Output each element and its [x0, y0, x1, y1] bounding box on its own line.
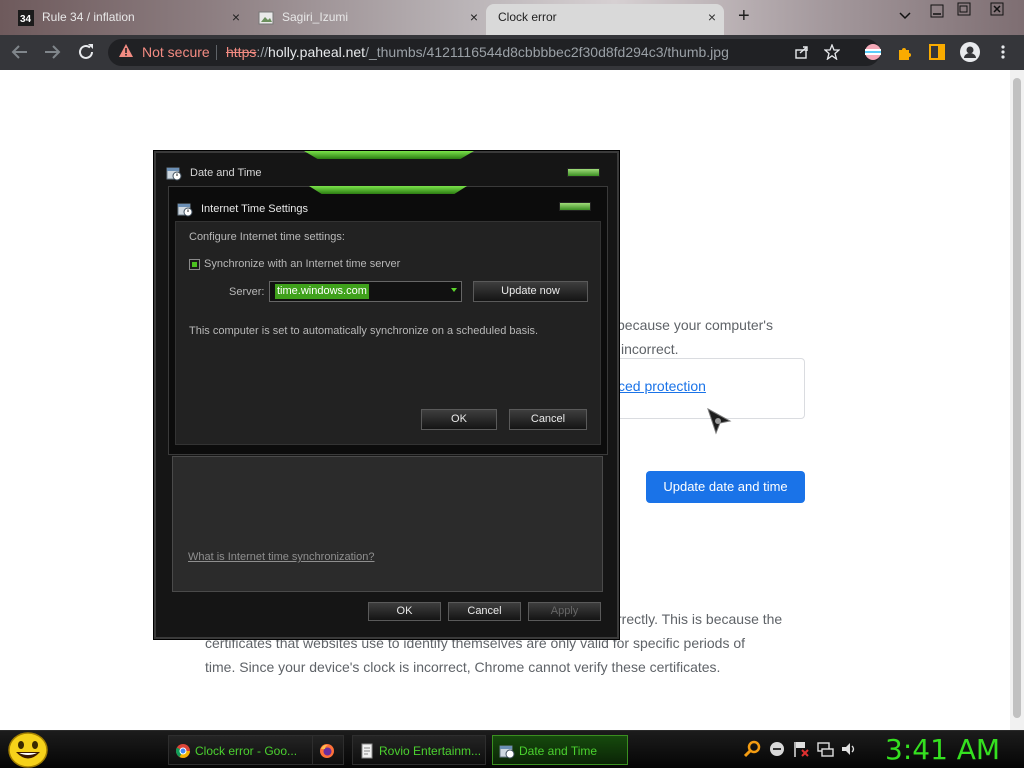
clock-icon	[499, 745, 515, 759]
taskbar-clock[interactable]: 3:41 AM	[885, 732, 1000, 768]
url-path: /_thumbs/4121116544d8cbbbbec2f30d8fd294c…	[365, 44, 729, 60]
cancel-button[interactable]: Cancel	[509, 409, 587, 430]
not-secure-label[interactable]: Not secure	[142, 39, 210, 66]
new-tab-icon[interactable]: +	[738, 5, 750, 28]
settings-heading: Configure Internet time settings:	[189, 231, 345, 243]
volume-icon[interactable]	[840, 740, 858, 758]
menu-kebab-icon[interactable]	[994, 43, 1012, 61]
title-glow	[304, 151, 474, 159]
url-host: holly.paheal.net	[268, 44, 366, 60]
url-scheme: https	[226, 44, 257, 60]
internet-time-dialog: Internet Time Settings Configure Interne…	[168, 186, 608, 455]
address-bar[interactable]: Not secure https://holly.paheal.net/_thu…	[108, 39, 880, 66]
sync-status-text: This computer is set to automatically sy…	[189, 325, 539, 337]
profile-avatar-icon[interactable]	[960, 42, 980, 62]
warning-icon[interactable]	[118, 43, 134, 59]
dialog-title: Date and Time	[190, 167, 262, 179]
tab-title: Clock error	[498, 10, 557, 24]
svg-text:34: 34	[20, 14, 32, 25]
url-text[interactable]: https://holly.paheal.net/_thumbs/4121116…	[226, 39, 729, 66]
network-icon[interactable]	[816, 740, 834, 758]
sync-label[interactable]: Synchronize with an Internet time server	[204, 258, 400, 270]
tab-strip: 34 Rule 34 / inflation × Sagiri_Izumi × …	[0, 0, 1024, 35]
sidepanel-icon[interactable]	[928, 43, 946, 61]
r34-favicon-icon: 34	[18, 10, 34, 26]
clock-calendar-icon	[177, 203, 193, 217]
status-icon[interactable]	[768, 740, 786, 758]
forward-arrow-icon[interactable]	[40, 40, 64, 64]
start-smiley-icon[interactable]	[6, 731, 50, 769]
cancel-button[interactable]: Cancel	[448, 602, 521, 621]
enhanced-protection-link[interactable]: ced protection	[618, 378, 706, 394]
checkbox-checkmark	[192, 262, 197, 267]
document-icon	[361, 743, 373, 759]
extensions-icon[interactable]	[896, 43, 914, 61]
action-center-flag-icon[interactable]	[792, 740, 810, 758]
tab-title: Sagiri_Izumi	[282, 10, 349, 24]
tab-sagiri[interactable]: Sagiri_Izumi ×	[250, 4, 486, 35]
error-paragraph-line: because your computer's	[617, 317, 773, 333]
apply-button[interactable]: Apply	[528, 602, 601, 621]
dialog-content-panel	[172, 456, 603, 592]
server-select[interactable]: time.windows.com	[269, 281, 462, 302]
close-icon[interactable]: ×	[470, 4, 478, 30]
share-icon[interactable]	[794, 44, 810, 60]
close-window-icon[interactable]	[990, 2, 1004, 16]
ok-button[interactable]: OK	[421, 409, 497, 430]
profile-flag-icon[interactable]	[864, 43, 882, 61]
dialog-close-bar[interactable]	[567, 168, 600, 177]
chrome-icon	[175, 744, 190, 758]
server-label: Server:	[229, 286, 265, 298]
taskbar-label: Rovio Entertainm...	[379, 744, 482, 758]
close-icon[interactable]: ×	[232, 4, 240, 30]
firefox-icon	[320, 744, 334, 758]
bookmark-star-icon[interactable]	[824, 44, 840, 60]
scrollbar-thumb[interactable]	[1013, 78, 1021, 718]
taskbar: Clock error - Goo... Rovio Entertainm...…	[0, 730, 1024, 768]
update-date-time-button[interactable]: Update date and time	[646, 471, 805, 503]
mouse-cursor-icon	[707, 407, 732, 435]
explanation-line: rrectly. This is because the	[617, 611, 783, 627]
explanation-line: time. Since your device's clock is incor…	[205, 659, 721, 675]
title-glow	[309, 186, 467, 194]
dialog-title: Internet Time Settings	[201, 203, 308, 215]
dialog-close-bar[interactable]	[559, 202, 591, 211]
divider	[216, 45, 217, 60]
search-icon[interactable]	[744, 740, 762, 758]
tab-clock-error[interactable]: Clock error ×	[486, 4, 724, 35]
reload-icon[interactable]	[74, 40, 98, 64]
taskbar-item-date-time[interactable]: Date and Time	[492, 735, 628, 765]
minimize-icon[interactable]	[930, 4, 944, 18]
taskbar-label: Date and Time	[519, 744, 598, 758]
browser-toolbar: Not secure https://holly.paheal.net/_thu…	[0, 35, 1024, 70]
taskbar-item-rovio[interactable]: Rovio Entertainm...	[352, 735, 486, 765]
clock-calendar-icon	[166, 167, 182, 181]
help-link[interactable]: What is Internet time synchronization?	[188, 551, 374, 563]
server-value[interactable]: time.windows.com	[275, 284, 369, 299]
taskbar-label: Clock error - Goo...	[195, 744, 298, 758]
chevron-down-icon[interactable]	[450, 286, 458, 294]
image-favicon-icon	[258, 11, 274, 25]
tab-rule34[interactable]: 34 Rule 34 / inflation ×	[10, 4, 248, 35]
update-now-button[interactable]: Update now	[473, 281, 588, 302]
ok-button[interactable]: OK	[368, 602, 441, 621]
sync-checkbox[interactable]	[189, 259, 200, 270]
tab-title: Rule 34 / inflation	[42, 10, 135, 24]
maximize-icon[interactable]	[957, 2, 971, 16]
url-separator: ://	[256, 44, 269, 60]
back-arrow-icon[interactable]	[8, 40, 32, 64]
close-icon[interactable]: ×	[708, 4, 716, 30]
chevron-down-icon[interactable]	[898, 9, 912, 23]
taskbar-item-firefox[interactable]	[312, 735, 344, 765]
